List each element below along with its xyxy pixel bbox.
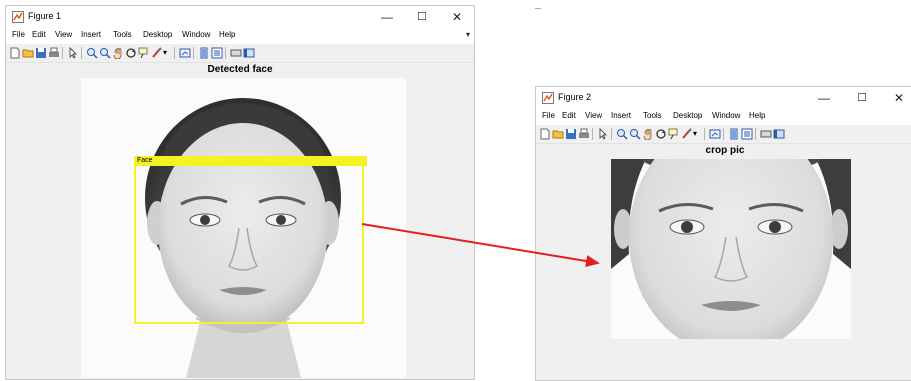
red-arrow-line [361,223,600,267]
crop-arrow [361,223,600,267]
